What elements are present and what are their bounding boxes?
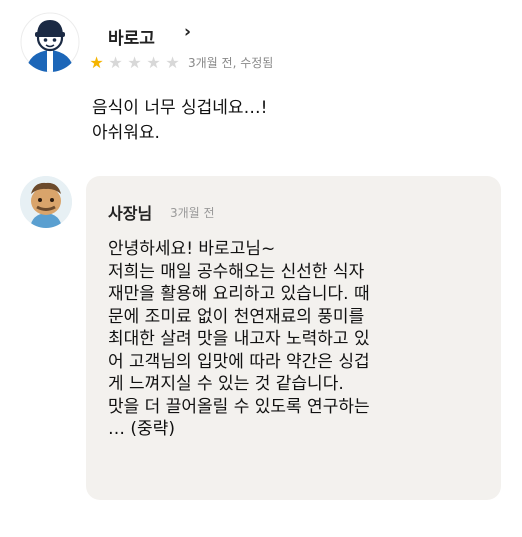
owner-reply: 사장님 3개월 전 안녕하세요! 바로고님~ 저희는 매일 공수해오는 신선한 …: [86, 176, 501, 500]
star-icon: ★: [146, 52, 161, 72]
star-icon: ★: [127, 52, 142, 72]
chef-character-avatar-icon: [20, 176, 72, 228]
star-icon: ★: [108, 52, 123, 72]
reply-meta: 3개월 전: [170, 206, 215, 220]
review-text: 음식이 너무 싱겁네요…! 아쉬워요.: [92, 98, 268, 143]
reply-text: 안녕하세요! 바로고님~ 저희는 매일 공수해오는 신선한 식자 재만을 활용해…: [108, 239, 370, 439]
rating-row: ★ ★ ★ ★ ★ 3개월 전, 수정됨: [87, 54, 273, 71]
review-username[interactable]: 바로고: [108, 24, 155, 49]
user-avatar[interactable]: [20, 12, 80, 72]
owner-avatar: [20, 176, 72, 228]
star-icon: ★: [165, 52, 180, 72]
chevron-right-icon[interactable]: ›: [184, 22, 191, 42]
star-icon: ★: [89, 52, 104, 72]
owner-label: 사장님: [108, 204, 153, 223]
star-rating: ★ ★ ★ ★ ★: [87, 52, 182, 72]
review-meta: 3개월 전, 수정됨: [188, 56, 274, 70]
delivery-rider-avatar-icon: [20, 12, 80, 72]
